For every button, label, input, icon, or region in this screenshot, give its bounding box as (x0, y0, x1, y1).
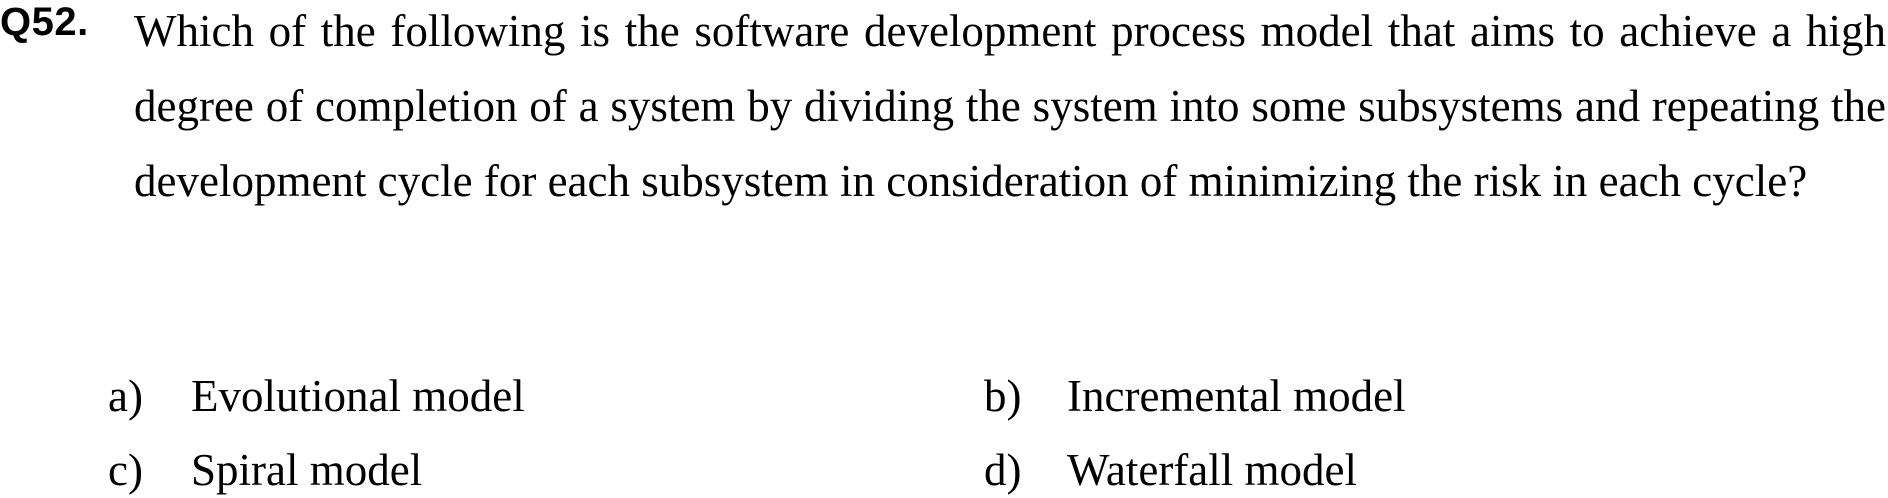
choice-letter: a) (108, 371, 143, 421)
question-number: Q52. (0, 0, 89, 44)
choice-a: a) Evolutional model (108, 370, 525, 422)
choice-letter: b) (984, 371, 1022, 421)
choice-label: Waterfall model (1067, 445, 1357, 495)
choice-b: b) Incremental model (984, 370, 1406, 422)
choice-label: Incremental model (1067, 371, 1406, 421)
choice-c: c) Spiral model (108, 444, 422, 496)
choice-letter: d) (984, 445, 1022, 495)
question-text: Which of the following is the software d… (134, 6, 1886, 206)
choice-label: Evolutional model (191, 371, 525, 421)
choice-d: d) Waterfall model (984, 444, 1357, 496)
choice-letter: c) (108, 445, 143, 495)
choice-label: Spiral model (191, 445, 423, 495)
